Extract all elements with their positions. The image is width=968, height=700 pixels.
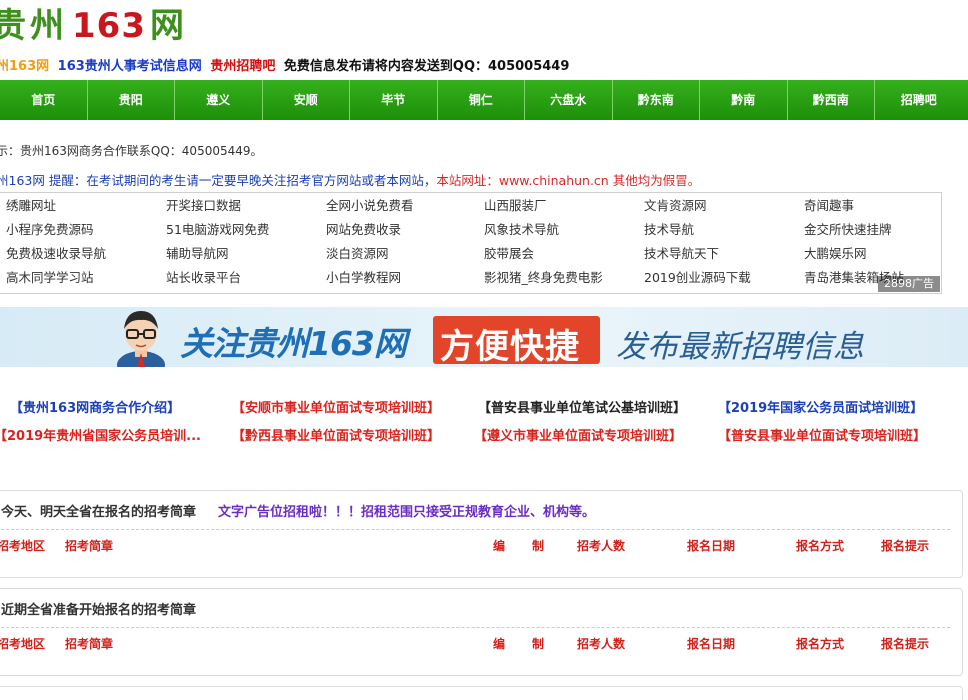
col-header-quota-2: 制 [532, 637, 545, 651]
friend-link[interactable]: 山西服装厂 [484, 197, 644, 215]
col-header-date: 报名日期 [687, 637, 736, 651]
nav-item-qiannan[interactable]: 黔南 [700, 80, 788, 120]
panel-title-text: 今天、明天全省在报名的招考简章 [1, 505, 197, 520]
banner-subtitle: 发布最新招聘信息 [616, 329, 864, 365]
promo-link-puan-interview[interactable]: 【普安县事业单位面试专项培训班】 [718, 425, 926, 444]
col-header-count: 招考人数 [577, 637, 626, 651]
col-header-quota-1: 编 [493, 637, 506, 651]
promo-link-zunyi[interactable]: 【遵义市事业单位面试专项培训班】 [474, 425, 682, 444]
col-header-quota-2: 制 [532, 539, 545, 553]
friend-links-box: 绣雕网址 开奖接口数据 全网小说免费看 山西服装厂 文肯资源网 奇闻趣事 小程序… [0, 192, 942, 294]
friend-link[interactable]: 淡白资源网 [326, 245, 484, 263]
panel-title: 今天、明天全省在报名的招考简章 文字广告位招租啦！！！招租范围只接受正规教育企业、… [1, 501, 595, 520]
col-header-date: 报名日期 [687, 539, 736, 553]
friend-link[interactable]: 文肯资源网 [644, 197, 804, 215]
cartoon-avatar-icon [117, 311, 165, 367]
friend-link[interactable]: 高木同学学习站 [6, 269, 166, 287]
logo-text-right: 网 [149, 6, 188, 46]
col-header-brochure: 招考简章 [65, 539, 114, 553]
notice-site-url[interactable]: 本站网址：www.chinahun.cn 其他均为假冒。 [436, 173, 700, 188]
col-header-brochure: 招考简章 [65, 637, 114, 651]
friend-link[interactable]: 金交所快速挂牌 [804, 221, 944, 239]
nav-item-zunyi[interactable]: 遵义 [175, 80, 263, 120]
friend-link[interactable]: 站长收录平台 [166, 269, 326, 287]
friend-link[interactable]: 辅助导航网 [166, 245, 326, 263]
promo-link-national-interview[interactable]: 【2019年国家公务员面试培训班】 [718, 397, 923, 416]
col-header-tips: 报名提示 [881, 637, 930, 651]
panel-title-text: 近期全省准备开始报名的招考简章 [1, 603, 197, 618]
nav-item-qiandongnan[interactable]: 黔东南 [613, 80, 700, 120]
logo-text-left: 贵州 [0, 6, 68, 46]
promo-row-2: 【2019年贵州省国家公务员培训... 【黔西县事业单位面试专项培训班】 【遵义… [0, 425, 968, 445]
friend-link[interactable]: 小程序免费源码 [6, 221, 166, 239]
promo-link-business[interactable]: 【贵州163网商务合作介绍】 [10, 397, 180, 416]
banner-highlight-text: 方便快捷 [440, 327, 580, 367]
top-link-recruit[interactable]: 贵州招聘吧 [210, 59, 275, 74]
friend-link[interactable]: 全网小说免费看 [326, 197, 484, 215]
friend-link[interactable]: 网站免费收录 [326, 221, 484, 239]
notice-reminder-text: 州163网 提醒：在考试期间的考生请一定要早晚关注招考官方网站或者本网站， [0, 173, 437, 188]
friend-link[interactable]: 绣雕网址 [6, 197, 166, 215]
col-header-region: 招考地区 [0, 637, 46, 651]
promo-link-anshun[interactable]: 【安顺市事业单位面试专项培训班】 [232, 397, 440, 416]
col-header-method: 报名方式 [796, 637, 845, 651]
promo-row-1: 【贵州163网商务合作介绍】 【安顺市事业单位面试专项培训班】 【普安县事业单位… [0, 397, 968, 417]
text-ad-notice[interactable]: 文字广告位招租啦！！！招租范围只接受正规教育企业、机构等。 [218, 505, 595, 520]
col-header-count: 招考人数 [577, 539, 626, 553]
friend-link[interactable]: 影视猪_终身免费电影 [484, 269, 644, 287]
nav-item-home[interactable]: 首页 [0, 80, 88, 120]
nav-item-tongren[interactable]: 铜仁 [438, 80, 525, 120]
next-panel-edge [0, 686, 963, 700]
notice-reminder: 州163网 提醒：在考试期间的考生请一定要早晚关注招考官方网站或者本网站，本站网… [0, 170, 700, 189]
banner-title: 关注贵州163网 [180, 324, 407, 363]
logo-number: 163 [72, 6, 146, 46]
top-link-exam-info[interactable]: 163贵州人事考试信息网 [58, 59, 202, 74]
promo-link-qianxi[interactable]: 【黔西县事业单位面试专项培训班】 [232, 425, 440, 444]
panel-upcoming-registration: 近期全省准备开始报名的招考简章 招考地区 招考简章 编 制 招考人数 报名日期 … [0, 588, 963, 676]
friend-link[interactable]: 小白学教程网 [326, 269, 484, 287]
friend-link[interactable]: 免费极速收录导航 [6, 245, 166, 263]
divider [1, 529, 950, 530]
friend-link[interactable]: 技术导航天下 [644, 245, 804, 263]
col-header-method: 报名方式 [796, 539, 845, 553]
nav-item-liupanshui[interactable]: 六盘水 [525, 80, 613, 120]
divider [1, 627, 950, 628]
col-header-region: 招考地区 [0, 539, 46, 553]
friend-links-grid: 绣雕网址 开奖接口数据 全网小说免费看 山西服装厂 文肯资源网 奇闻趣事 小程序… [6, 197, 944, 287]
friend-link[interactable]: 奇闻趣事 [804, 197, 944, 215]
main-nav: 首页 贵阳 遵义 安顺 毕节 铜仁 六盘水 黔东南 黔南 黔西南 招聘吧 [0, 80, 968, 120]
col-header-quota-1: 编 [493, 539, 506, 553]
friend-link[interactable]: 风象技术导航 [484, 221, 644, 239]
col-header-tips: 报名提示 [881, 539, 930, 553]
nav-item-anshun[interactable]: 安顺 [263, 80, 350, 120]
panel-title: 近期全省准备开始报名的招考简章 [1, 599, 196, 618]
promo-link-puan-written[interactable]: 【普安县事业单位笔试公基培训班】 [478, 397, 686, 416]
ad-tag[interactable]: 2898广告 [878, 276, 940, 292]
friend-link[interactable]: 2019创业源码下载 [644, 269, 804, 287]
nav-item-recruit[interactable]: 招聘吧 [875, 80, 963, 120]
friend-link[interactable]: 大鹏娱乐网 [804, 245, 944, 263]
site-logo[interactable]: 贵州 163 网 [0, 0, 188, 48]
nav-item-qianxinan[interactable]: 黔西南 [788, 80, 875, 120]
friend-link[interactable]: 51电脑游戏网免费 [166, 221, 326, 239]
nav-item-bijie[interactable]: 毕节 [350, 80, 438, 120]
top-links: 州163网 163贵州人事考试信息网 贵州招聘吧 免费信息发布请将内容发送到QQ… [0, 55, 573, 74]
panel-current-registration: 今天、明天全省在报名的招考简章 文字广告位招租啦！！！招租范围只接受正规教育企业、… [0, 490, 963, 578]
friend-link[interactable]: 开奖接口数据 [166, 197, 326, 215]
nav-item-guiyang[interactable]: 贵阳 [88, 80, 175, 120]
friend-link[interactable]: 技术导航 [644, 221, 804, 239]
top-link-site[interactable]: 州163网 [0, 59, 49, 74]
notice-business: 示：贵州163网商务合作联系QQ：405005449。 [0, 144, 263, 158]
friend-link[interactable]: 胶带展会 [484, 245, 644, 263]
promo-banner[interactable]: 关注贵州163网 方便快捷 发布最新招聘信息 [0, 307, 968, 367]
top-free-publish-text: 免费信息发布请将内容发送到QQ：405005449 [283, 59, 570, 74]
promo-link-guizhou-2019[interactable]: 【2019年贵州省国家公务员培训... [0, 425, 201, 444]
